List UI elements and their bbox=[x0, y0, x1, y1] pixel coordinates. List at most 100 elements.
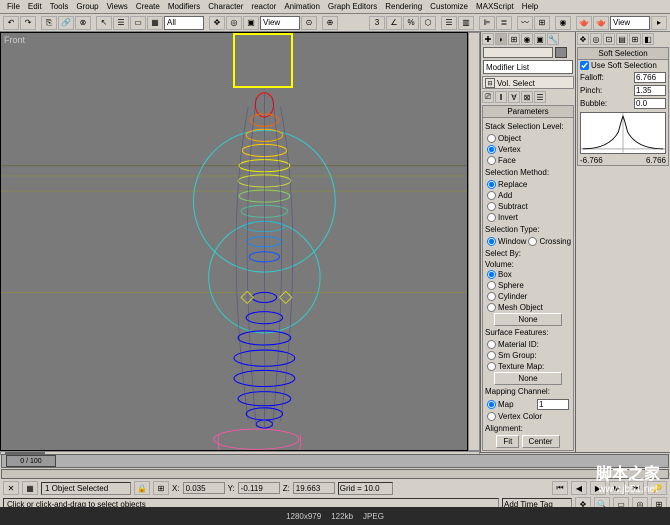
tool-e-icon[interactable]: ⊞ bbox=[629, 33, 641, 45]
y-input[interactable] bbox=[238, 482, 280, 494]
named-sel-button[interactable]: ☰ bbox=[441, 16, 457, 30]
tool-f-icon[interactable]: ◧ bbox=[642, 33, 654, 45]
menu-animation[interactable]: Animation bbox=[280, 2, 324, 11]
sf-texmap-radio[interactable] bbox=[487, 362, 496, 371]
show-result-button[interactable]: ǁ bbox=[495, 91, 507, 103]
bubble-input[interactable] bbox=[634, 98, 666, 109]
vol-box-radio[interactable] bbox=[487, 270, 496, 279]
tool-d-icon[interactable]: ▤ bbox=[616, 33, 628, 45]
abs-rel-icon[interactable]: ⊞ bbox=[153, 481, 169, 495]
lock-icon[interactable]: ✕ bbox=[3, 481, 19, 495]
soft-selection-rollout-title[interactable]: Soft Selection bbox=[578, 48, 668, 60]
z-input[interactable] bbox=[293, 482, 335, 494]
play-start-icon[interactable]: ⏮ bbox=[552, 481, 568, 495]
snap-toggle-icon[interactable]: ▦ bbox=[22, 481, 38, 495]
mc-map-radio[interactable] bbox=[487, 400, 496, 409]
play-prev-icon[interactable]: ◀ bbox=[571, 481, 587, 495]
scale-button[interactable]: ▣ bbox=[243, 16, 259, 30]
viewport-front[interactable]: Front bbox=[0, 32, 468, 451]
modify-tab-icon[interactable]: ◗ bbox=[495, 33, 507, 45]
sel-lock-icon[interactable]: 🔒 bbox=[134, 481, 150, 495]
vol-none-button[interactable]: None bbox=[494, 313, 563, 326]
menu-reactor[interactable]: reactor bbox=[247, 2, 280, 11]
use-soft-sel-checkbox[interactable] bbox=[580, 61, 589, 70]
selection-filter-dropdown[interactable]: All bbox=[164, 16, 204, 30]
object-name-input[interactable] bbox=[483, 47, 553, 58]
play-next-icon[interactable]: ▶ bbox=[609, 481, 625, 495]
fit-button[interactable]: Fit bbox=[496, 435, 519, 448]
menu-maxscript[interactable]: MAXScript bbox=[472, 2, 518, 11]
sf-smgroup-radio[interactable] bbox=[487, 351, 496, 360]
modifier-list-dropdown[interactable]: Modifier List bbox=[483, 60, 573, 74]
utilities-tab-icon[interactable]: 🔧 bbox=[547, 33, 559, 45]
select-rect-button[interactable]: ▭ bbox=[130, 16, 146, 30]
ssl-face-radio[interactable] bbox=[487, 156, 496, 165]
key-icon[interactable]: 🔑 bbox=[647, 481, 667, 495]
track-bar[interactable] bbox=[1, 469, 669, 479]
play-end-icon[interactable]: ⏭ bbox=[628, 481, 644, 495]
time-slider-handle[interactable]: 0 / 100 bbox=[6, 455, 56, 467]
motion-tab-icon[interactable]: ◉ bbox=[521, 33, 533, 45]
material-button[interactable]: ◉ bbox=[555, 16, 571, 30]
menu-group[interactable]: Group bbox=[72, 2, 102, 11]
parameters-rollout-title[interactable]: Parameters bbox=[483, 106, 573, 118]
vol-cylinder-radio[interactable] bbox=[487, 292, 496, 301]
menu-create[interactable]: Create bbox=[132, 2, 164, 11]
menu-file[interactable]: File bbox=[3, 2, 24, 11]
expand-icon[interactable]: ⊟ bbox=[485, 78, 495, 88]
configure-button[interactable]: ☰ bbox=[534, 91, 546, 103]
menu-tools[interactable]: Tools bbox=[46, 2, 73, 11]
menu-modifiers[interactable]: Modifiers bbox=[164, 2, 204, 11]
sm-invert-radio[interactable] bbox=[487, 213, 496, 222]
vol-sphere-radio[interactable] bbox=[487, 281, 496, 290]
pivot-button[interactable]: ⊙ bbox=[301, 16, 317, 30]
modifier-stack[interactable]: ⊟Vol. Select Gizmo Center ⊞UVW Mapping ⊞… bbox=[482, 76, 574, 89]
display-tab-icon[interactable]: ▣ bbox=[534, 33, 546, 45]
play-icon[interactable]: ▶ bbox=[590, 481, 606, 495]
menu-customize[interactable]: Customize bbox=[426, 2, 472, 11]
ssl-vertex-radio[interactable] bbox=[487, 145, 496, 154]
render-scene-button[interactable]: 🫖 bbox=[576, 16, 592, 30]
tool-c-icon[interactable]: ⊡ bbox=[603, 33, 615, 45]
sm-subtract-radio[interactable] bbox=[487, 202, 496, 211]
select-button[interactable]: ↖ bbox=[96, 16, 112, 30]
hierarchy-tab-icon[interactable]: ⊞ bbox=[508, 33, 520, 45]
remove-mod-button[interactable]: ⊠ bbox=[521, 91, 533, 103]
menu-views[interactable]: Views bbox=[103, 2, 132, 11]
pin-stack-button[interactable]: ⎚ bbox=[482, 91, 494, 103]
align-button[interactable]: ⊫ bbox=[479, 16, 495, 30]
bind-button[interactable]: ⊗ bbox=[75, 16, 91, 30]
object-color-swatch[interactable] bbox=[555, 47, 567, 58]
rotate-button[interactable]: ◎ bbox=[226, 16, 242, 30]
sf-matid-radio[interactable] bbox=[487, 340, 496, 349]
quick-render-button[interactable]: 🫖 bbox=[593, 16, 609, 30]
render-view-dropdown[interactable]: View bbox=[610, 16, 650, 30]
spinner-snap-button[interactable]: ⬡ bbox=[420, 16, 436, 30]
sf-none-button[interactable]: None bbox=[494, 372, 563, 385]
menu-grapheditors[interactable]: Graph Editors bbox=[324, 2, 381, 11]
menu-help[interactable]: Help bbox=[518, 2, 542, 11]
x-input[interactable] bbox=[183, 482, 225, 494]
unique-button[interactable]: ∀ bbox=[508, 91, 520, 103]
select-name-button[interactable]: ☰ bbox=[113, 16, 129, 30]
vol-mesh-radio[interactable] bbox=[487, 303, 496, 312]
unlink-button[interactable]: 🔗 bbox=[58, 16, 74, 30]
tool-b-icon[interactable]: ◎ bbox=[590, 33, 602, 45]
layers-button[interactable]: ≣ bbox=[496, 16, 512, 30]
render-button[interactable]: ▸ bbox=[651, 16, 667, 30]
menu-edit[interactable]: Edit bbox=[24, 2, 46, 11]
schematic-button[interactable]: ⊞ bbox=[534, 16, 550, 30]
filter-button[interactable]: ▦ bbox=[147, 16, 163, 30]
mc-channel-input[interactable] bbox=[537, 399, 569, 410]
tool-a-icon[interactable]: ✥ bbox=[577, 33, 589, 45]
angle-snap-button[interactable]: ∠ bbox=[386, 16, 402, 30]
time-slider[interactable]: 0 / 100 bbox=[1, 454, 669, 468]
menu-character[interactable]: Character bbox=[204, 2, 247, 11]
link-button[interactable]: ⎘ bbox=[41, 16, 57, 30]
menu-rendering[interactable]: Rendering bbox=[381, 2, 426, 11]
create-tab-icon[interactable]: ✚ bbox=[482, 33, 494, 45]
viewport-scrollbar-v[interactable] bbox=[468, 32, 480, 451]
snap-button[interactable]: 3 bbox=[369, 16, 385, 30]
percent-snap-button[interactable]: % bbox=[403, 16, 419, 30]
ssl-object-radio[interactable] bbox=[487, 134, 496, 143]
